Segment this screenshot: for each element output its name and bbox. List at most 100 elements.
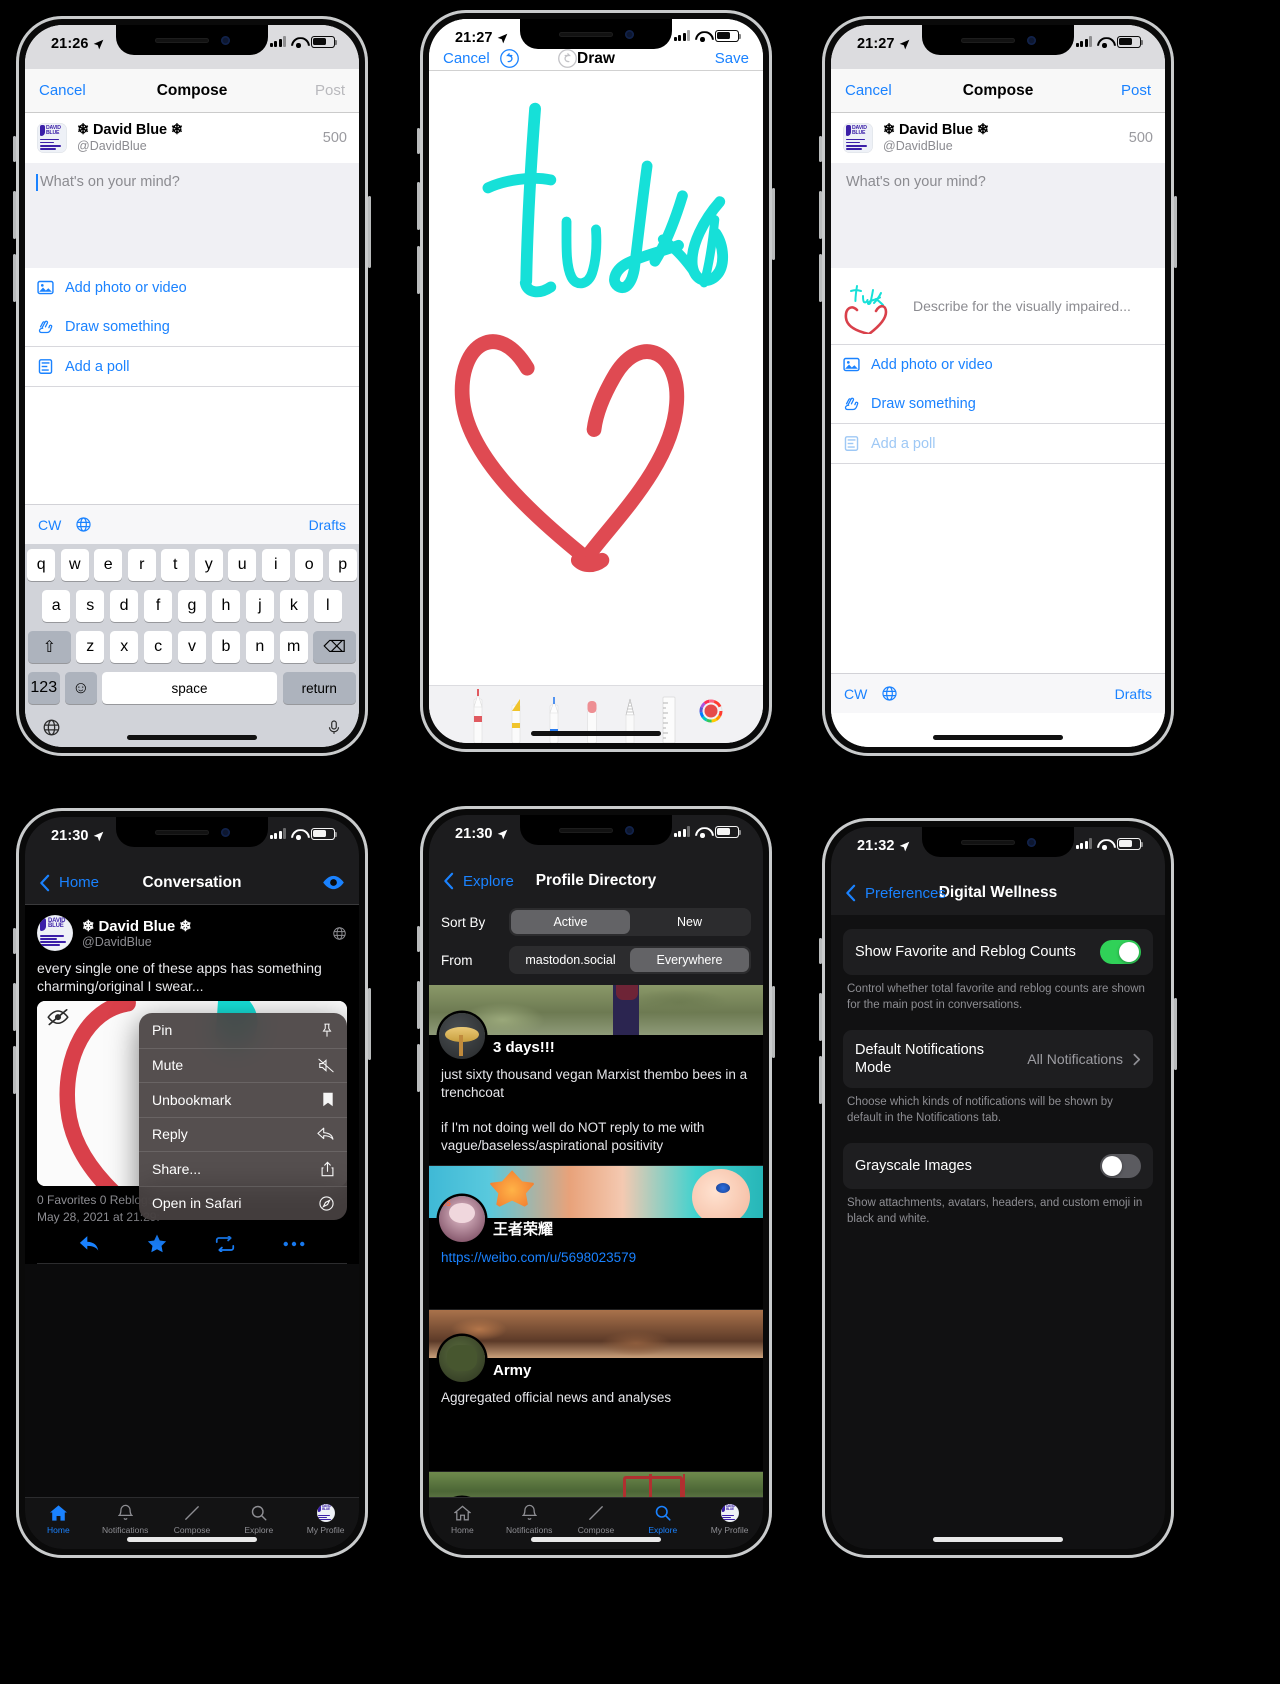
drafts-button[interactable]: Drafts	[309, 517, 346, 533]
key-e[interactable]: e	[94, 549, 123, 581]
key-p[interactable]: p	[328, 549, 357, 581]
key-k[interactable]: k	[279, 590, 309, 622]
highlighter-tool[interactable]	[506, 685, 526, 743]
add-poll-button[interactable]: Add a poll	[25, 346, 359, 387]
reply-icon[interactable]	[79, 1235, 100, 1253]
tab-explore[interactable]: Explore	[629, 1503, 696, 1535]
sort-option-new[interactable]: New	[630, 910, 749, 934]
avatar[interactable]: DAVID BLUE	[37, 915, 73, 951]
space-key[interactable]: space	[102, 672, 277, 704]
numbers-key[interactable]: 123	[28, 672, 60, 704]
tab-home[interactable]: Home	[25, 1503, 92, 1535]
list-item[interactable]: Army Aggregated official news and analys…	[429, 1309, 763, 1472]
tab-my-profile[interactable]: DAVID BLUE My Profile	[292, 1503, 359, 1535]
attachment-row[interactable]: Describe for the visually impaired...	[831, 268, 1165, 346]
tab-my-profile[interactable]: DAVID BLUE My Profile	[696, 1503, 763, 1535]
globe-icon[interactable]	[75, 516, 92, 533]
pen-tool[interactable]	[468, 685, 488, 743]
key-h[interactable]: h	[211, 590, 241, 622]
setting-grayscale-images[interactable]: Grayscale Images	[843, 1143, 1153, 1190]
shift-key[interactable]: ⇧	[27, 631, 71, 663]
grayscale-images-toggle[interactable]	[1100, 1154, 1141, 1179]
microphone-icon[interactable]	[326, 718, 342, 737]
post-button[interactable]: Post	[1121, 82, 1151, 99]
reblog-icon[interactable]	[214, 1235, 236, 1252]
key-s[interactable]: s	[75, 590, 105, 622]
context-menu[interactable]: Pin Mute Unbookmark Reply Share... Open …	[139, 1013, 347, 1220]
sort-by-segmented-control[interactable]: Active New	[509, 908, 751, 936]
list-item[interactable]	[429, 1471, 763, 1497]
save-button[interactable]: Save	[715, 50, 749, 67]
more-icon[interactable]	[283, 1241, 305, 1247]
from-segmented-control[interactable]: mastodon.social Everywhere	[509, 946, 751, 974]
attachment-alt-placeholder[interactable]: Describe for the visually impaired...	[913, 298, 1131, 314]
add-photo-button[interactable]: Add photo or video	[831, 345, 1165, 385]
tab-notifications[interactable]: Notifications	[92, 1503, 159, 1535]
show-counts-toggle[interactable]	[1100, 940, 1141, 964]
favorite-star-icon[interactable]	[147, 1234, 167, 1253]
key-g[interactable]: g	[177, 590, 207, 622]
avatar[interactable]	[439, 1335, 485, 1382]
key-f[interactable]: f	[143, 590, 173, 622]
context-menu-item-reply[interactable]: Reply	[139, 1116, 347, 1152]
context-menu-item-unbookmark[interactable]: Unbookmark	[139, 1082, 347, 1117]
context-menu-item-open-safari[interactable]: Open in Safari	[139, 1185, 347, 1221]
setting-show-counts[interactable]: Show Favorite and Reblog Counts	[843, 929, 1153, 975]
post-button[interactable]: Post	[315, 82, 345, 99]
tab-notifications[interactable]: Notifications	[496, 1503, 563, 1535]
cancel-button[interactable]: Cancel	[443, 50, 490, 67]
key-j[interactable]: j	[245, 590, 275, 622]
ruler-tool[interactable]	[658, 685, 680, 743]
key-v[interactable]: v	[177, 631, 207, 663]
sort-option-active[interactable]: Active	[511, 910, 630, 934]
draw-something-button[interactable]: Draw something	[831, 384, 1165, 424]
key-d[interactable]: d	[109, 590, 139, 622]
globe-icon[interactable]	[881, 685, 898, 702]
content-warning-button[interactable]: CW	[38, 517, 61, 533]
chevron-left-icon[interactable]	[39, 874, 50, 892]
key-t[interactable]: t	[161, 549, 190, 581]
add-poll-button[interactable]: Add a poll	[831, 423, 1165, 464]
context-menu-item-mute[interactable]: Mute	[139, 1047, 347, 1083]
key-i[interactable]: i	[261, 549, 290, 581]
key-m[interactable]: m	[279, 631, 308, 663]
key-r[interactable]: r	[127, 549, 156, 581]
chevron-left-icon[interactable]	[845, 884, 856, 902]
back-button[interactable]: Home	[59, 874, 99, 891]
key-y[interactable]: y	[194, 549, 223, 581]
profile-link[interactable]: https://weibo.com/u/5698023579	[441, 1250, 636, 1265]
cancel-button[interactable]: Cancel	[845, 82, 892, 99]
keyboard-globe-icon[interactable]	[42, 718, 61, 737]
eye-icon[interactable]	[322, 875, 345, 890]
key-z[interactable]: z	[76, 631, 105, 663]
key-c[interactable]: c	[143, 631, 173, 663]
keyboard[interactable]: q w e r t y u i o p a s d f g h j k l ⇧ …	[25, 544, 359, 747]
key-b[interactable]: b	[211, 631, 241, 663]
key-l[interactable]: l	[313, 590, 342, 622]
drafts-button[interactable]: Drafts	[1115, 686, 1152, 702]
profile-list[interactable]: 3 days!!! just sixty thousand vegan Marx…	[429, 985, 763, 1497]
key-o[interactable]: o	[295, 549, 324, 581]
tab-explore[interactable]: Explore	[225, 1503, 292, 1535]
draw-something-button[interactable]: Draw something	[25, 307, 359, 347]
key-u[interactable]: u	[228, 549, 257, 581]
from-option-instance[interactable]: mastodon.social	[511, 948, 630, 972]
back-button[interactable]: Preferences	[865, 885, 946, 902]
emoji-key[interactable]: ☺	[65, 672, 97, 704]
tab-home[interactable]: Home	[429, 1503, 496, 1535]
list-item[interactable]: 3 days!!! just sixty thousand vegan Marx…	[429, 985, 763, 1167]
setting-default-notifications-mode[interactable]: Default Notifications Mode All Notificat…	[843, 1030, 1153, 1089]
backspace-key[interactable]: ⌫	[313, 631, 357, 663]
list-item[interactable]: v5 王者荣耀 https://weibo.com/u/5698023579	[429, 1166, 763, 1310]
avatar[interactable]: v5	[439, 1196, 485, 1243]
hide-media-icon[interactable]	[47, 1009, 69, 1026]
context-menu-item-share[interactable]: Share...	[139, 1151, 347, 1186]
chevron-left-icon[interactable]	[443, 872, 454, 890]
key-n[interactable]: n	[245, 631, 275, 663]
compose-textarea[interactable]: What's on your mind?	[831, 163, 1165, 269]
context-menu-item-pin[interactable]: Pin	[139, 1013, 347, 1048]
tab-compose[interactable]: Compose	[563, 1503, 630, 1535]
cancel-button[interactable]: Cancel	[39, 82, 86, 99]
drawing-canvas[interactable]	[429, 70, 763, 685]
key-x[interactable]: x	[109, 631, 139, 663]
